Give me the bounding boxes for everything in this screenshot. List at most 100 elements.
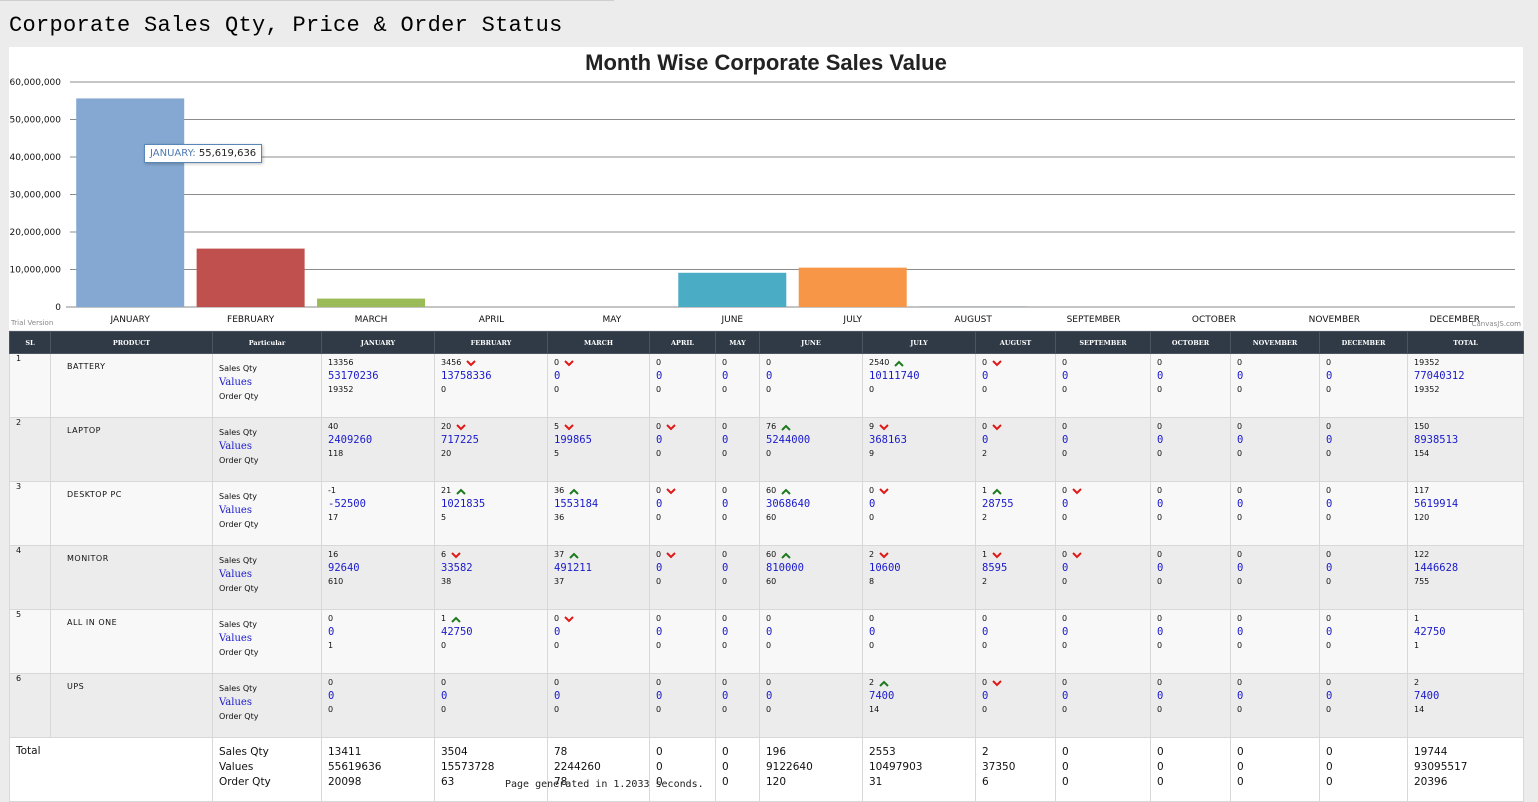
sales-qty: 9 bbox=[869, 421, 874, 433]
month-cell: 000 bbox=[1231, 610, 1320, 674]
sales-qty: 0 bbox=[656, 357, 661, 369]
sales-qty: 0 bbox=[1237, 549, 1242, 561]
column-header: MARCH bbox=[548, 332, 650, 354]
total-row: TotalSales QtyValuesOrder Qty13411556196… bbox=[10, 738, 1524, 802]
month-cell: 000 bbox=[435, 674, 548, 738]
sales-qty: 0 bbox=[656, 549, 661, 561]
order-qty: 2 bbox=[982, 512, 1055, 524]
sales-value: 0 bbox=[328, 625, 434, 640]
sales-value: 28755 bbox=[982, 497, 1055, 512]
trend-down-icon bbox=[992, 360, 1002, 367]
sales-value: 0 bbox=[722, 497, 759, 512]
sales-qty: 0 bbox=[869, 485, 874, 497]
sales-qty: 0 bbox=[1237, 421, 1242, 433]
sales-value: 0 bbox=[982, 369, 1055, 384]
sl-cell: 4 bbox=[10, 546, 51, 610]
trend-down-icon bbox=[879, 552, 889, 559]
order-qty: 5 bbox=[441, 512, 547, 524]
sales-value: 0 bbox=[722, 369, 759, 384]
sales-qty: 0 bbox=[722, 421, 727, 433]
total-sales-value: 55619636 bbox=[328, 760, 434, 775]
particular-cell: Sales QtyValuesOrder Qty bbox=[213, 674, 322, 738]
bar-june bbox=[678, 273, 786, 307]
sales-qty: 3456 bbox=[441, 357, 461, 369]
month-cell: 1287552 bbox=[976, 482, 1056, 546]
y-tick-label: 20,000,000 bbox=[9, 228, 61, 238]
sales-value: 0 bbox=[1237, 369, 1319, 384]
particular-values: Values bbox=[219, 440, 321, 454]
sales-qty: 0 bbox=[1157, 421, 1162, 433]
month-cell: 402409260118 bbox=[322, 418, 435, 482]
x-tick-label: NOVEMBER bbox=[1309, 315, 1360, 325]
sales-qty: 0 bbox=[982, 613, 987, 625]
sales-qty: 2 bbox=[1414, 677, 1419, 689]
particular-sales-qty: Sales Qty bbox=[219, 490, 321, 504]
trend-up-icon bbox=[781, 424, 791, 431]
month-cell: 000 bbox=[976, 354, 1056, 418]
sales-value: 0 bbox=[766, 369, 862, 384]
total-month-cell: 000 bbox=[1151, 738, 1231, 802]
order-qty: 0 bbox=[1157, 384, 1230, 396]
top-divider bbox=[0, 0, 614, 1]
sales-value: 0 bbox=[1326, 497, 1407, 512]
total-sales-qty: 3504 bbox=[441, 745, 547, 760]
sales-value: 42750 bbox=[1414, 625, 1523, 640]
total-sales-qty: 13411 bbox=[328, 745, 434, 760]
sales-value: 0 bbox=[1062, 433, 1150, 448]
sales-value: 0 bbox=[1157, 369, 1230, 384]
sales-value: 5619914 bbox=[1414, 497, 1523, 512]
month-cell: 000 bbox=[1056, 354, 1151, 418]
sales-value: 0 bbox=[554, 625, 649, 640]
particular-values: Values bbox=[219, 504, 321, 518]
total-particular-values: Values bbox=[219, 760, 321, 775]
order-qty: 755 bbox=[1414, 576, 1523, 588]
month-cell: 000 bbox=[1320, 546, 1408, 610]
total-sales-qty: 0 bbox=[656, 745, 715, 760]
month-cell: 000 bbox=[1151, 418, 1231, 482]
sales-qty: 60 bbox=[766, 549, 776, 561]
order-qty: 0 bbox=[766, 704, 862, 716]
sales-value: 0 bbox=[1326, 689, 1407, 704]
sales-qty: 19352 bbox=[1414, 357, 1439, 369]
order-qty: 120 bbox=[1414, 512, 1523, 524]
month-cell: 000 bbox=[1320, 354, 1408, 418]
sales-qty: 2 bbox=[869, 677, 874, 689]
sales-qty: 0 bbox=[656, 485, 661, 497]
month-cell: -1-5250017 bbox=[322, 482, 435, 546]
total-sales-qty: 0 bbox=[722, 745, 759, 760]
sales-value: 0 bbox=[1237, 561, 1319, 576]
table-row: 4MONITORSales QtyValuesOrder Qty16926406… bbox=[10, 546, 1524, 610]
x-tick-label: MARCH bbox=[355, 315, 388, 325]
sales-qty: 0 bbox=[554, 613, 559, 625]
sales-value: 0 bbox=[656, 497, 715, 512]
sales-value: 1021835 bbox=[441, 497, 547, 512]
sales-value: 0 bbox=[656, 369, 715, 384]
order-qty: 0 bbox=[1237, 512, 1319, 524]
product-cell: LAPTOP bbox=[51, 418, 213, 482]
order-qty: 14 bbox=[869, 704, 975, 716]
total-order-qty: 0 bbox=[1157, 775, 1230, 790]
order-qty: 0 bbox=[982, 640, 1055, 652]
order-qty: 0 bbox=[1062, 448, 1150, 460]
order-qty: 0 bbox=[656, 512, 715, 524]
bar-february bbox=[197, 249, 305, 307]
order-qty: 0 bbox=[722, 384, 759, 396]
trend-down-icon bbox=[879, 424, 889, 431]
month-cell: 000 bbox=[650, 418, 716, 482]
sales-qty: 5 bbox=[554, 421, 559, 433]
sales-qty: 1 bbox=[441, 613, 446, 625]
trend-down-icon bbox=[451, 552, 461, 559]
sales-qty: 0 bbox=[766, 613, 771, 625]
month-cell: 000 bbox=[1231, 546, 1320, 610]
trend-up-icon bbox=[569, 488, 579, 495]
sales-qty: 0 bbox=[722, 357, 727, 369]
order-qty: 60 bbox=[766, 576, 862, 588]
order-qty: 0 bbox=[1062, 704, 1150, 716]
trend-down-icon bbox=[879, 488, 889, 495]
column-header: FEBRUARY bbox=[435, 332, 548, 354]
particular-order-qty: Order Qty bbox=[219, 454, 321, 468]
sales-qty: 1 bbox=[982, 549, 987, 561]
sales-qty: 0 bbox=[1326, 485, 1331, 497]
order-qty: 8 bbox=[869, 576, 975, 588]
sales-qty: 37 bbox=[554, 549, 564, 561]
